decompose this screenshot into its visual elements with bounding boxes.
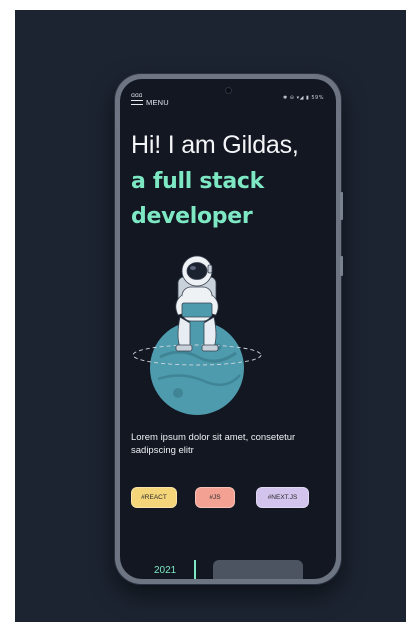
status-bar: ✱ ⊖ ▾◢ ▮ 59% — [283, 95, 324, 101]
intro-text: Lorem ipsum dolor sit amet, consetetur s… — [131, 432, 296, 456]
tag-nextjs[interactable]: #NEXT.JS — [256, 487, 309, 508]
menu-button[interactable]: ᗡᗡᗡ MENU — [131, 94, 169, 107]
volume-button — [340, 192, 343, 220]
page-background: ✱ ⊖ ▾◢ ▮ 59% ᗡᗡᗡ MENU Hi! I am Gildas, a… — [15, 10, 406, 622]
hero-role-line2: developer — [131, 204, 253, 229]
timeline-card[interactable] — [213, 560, 303, 579]
phone-mockup: ✱ ⊖ ▾◢ ▮ 59% ᗡᗡᗡ MENU Hi! I am Gildas, a… — [115, 74, 343, 584]
hamburger-icon: ᗡᗡᗡ — [131, 94, 143, 107]
hero-greeting: Hi! I am Gildas, — [131, 131, 299, 159]
planet-icon — [132, 321, 262, 415]
phone-screen: ✱ ⊖ ▾◢ ▮ 59% ᗡᗡᗡ MENU Hi! I am Gildas, a… — [120, 79, 336, 579]
tag-react[interactable]: #REACT — [131, 487, 177, 508]
tag-js[interactable]: #JS — [195, 487, 235, 508]
timeline-line — [194, 560, 196, 579]
menu-glyph: ᗡᗡᗡ — [131, 93, 143, 99]
hamburger-bar — [131, 100, 143, 102]
hamburger-bar — [131, 103, 143, 105]
astronaut-illustration — [132, 255, 262, 415]
timeline-year: 2021 — [154, 565, 177, 576]
power-button — [340, 256, 343, 276]
hero-role-line1: a full stack — [131, 169, 265, 194]
menu-label: MENU — [146, 98, 169, 107]
front-camera — [225, 87, 232, 94]
